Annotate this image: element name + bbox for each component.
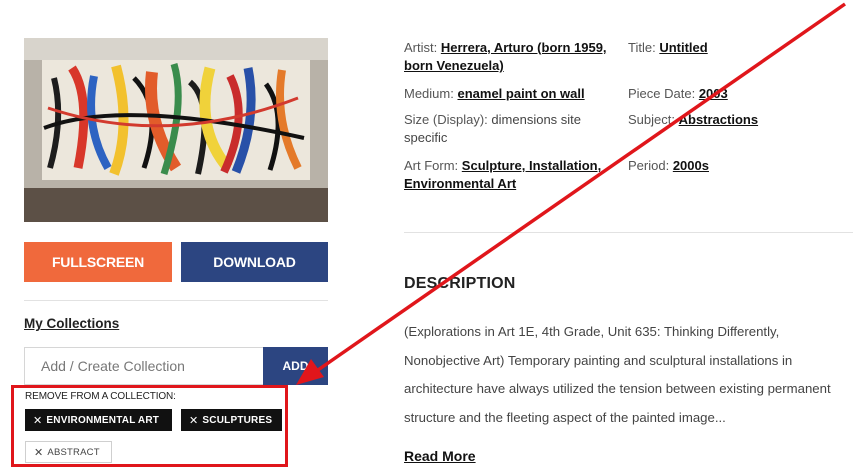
- download-button[interactable]: DOWNLOAD: [181, 242, 328, 282]
- collection-tag-environmental-art[interactable]: ✕ ENVIRONMENTAL ART: [25, 409, 172, 431]
- subject-key: Subject:: [628, 112, 675, 127]
- period-key: Period:: [628, 158, 670, 173]
- collection-tag-label: SCULPTURES: [202, 414, 273, 426]
- close-icon: ✕: [33, 414, 43, 427]
- description-heading: DESCRIPTION: [404, 275, 516, 292]
- piece-date-key: Piece Date:: [628, 86, 696, 101]
- medium-key: Medium:: [404, 86, 454, 101]
- piece-date-field: Piece Date: 2003: [628, 85, 848, 103]
- period-field: Period: 2000s: [628, 157, 848, 175]
- artist-key: Artist:: [404, 40, 438, 55]
- divider: [404, 232, 853, 233]
- collection-tag-label: ABSTRACT: [47, 446, 100, 458]
- subject-link[interactable]: Abstractions: [679, 112, 758, 127]
- read-more-link[interactable]: Read More: [404, 448, 476, 464]
- close-icon: ✕: [189, 414, 199, 427]
- remove-from-collection-label: REMOVE FROM A COLLECTION:: [25, 391, 176, 402]
- title-key: Title:: [628, 40, 656, 55]
- art-form-key: Art Form:: [404, 158, 459, 173]
- period-link[interactable]: 2000s: [673, 158, 709, 173]
- artwork-image[interactable]: [24, 38, 328, 222]
- size-field: Size (Display): dimensions site specific: [404, 111, 624, 147]
- close-icon: ✕: [34, 446, 44, 459]
- add-collection-button[interactable]: ADD: [263, 347, 328, 385]
- medium-field: Medium: enamel paint on wall: [404, 85, 628, 103]
- piece-date-link[interactable]: 2003: [699, 86, 728, 101]
- collection-tag-label: ENVIRONMENTAL ART: [46, 414, 160, 426]
- collection-tag-abstract[interactable]: ✕ ABSTRACT: [25, 441, 112, 463]
- medium-link[interactable]: enamel paint on wall: [457, 86, 584, 101]
- collection-tag-sculptures[interactable]: ✕ SCULPTURES: [181, 409, 282, 431]
- collection-input[interactable]: [24, 347, 263, 385]
- subject-field: Subject: Abstractions: [628, 111, 848, 129]
- fullscreen-button[interactable]: FULLSCREEN: [24, 242, 172, 282]
- my-collections-link[interactable]: My Collections: [24, 316, 119, 331]
- artist-field: Artist: Herrera, Arturo (born 1959, born…: [404, 39, 630, 75]
- title-link[interactable]: Untitled: [659, 40, 707, 55]
- size-key: Size (Display):: [404, 112, 488, 127]
- description-text: (Explorations in Art 1E, 4th Grade, Unit…: [404, 324, 831, 425]
- title-field: Title: Untitled: [628, 39, 848, 57]
- art-form-field: Art Form: Sculpture, Installation, Envir…: [404, 157, 630, 193]
- divider: [24, 300, 328, 301]
